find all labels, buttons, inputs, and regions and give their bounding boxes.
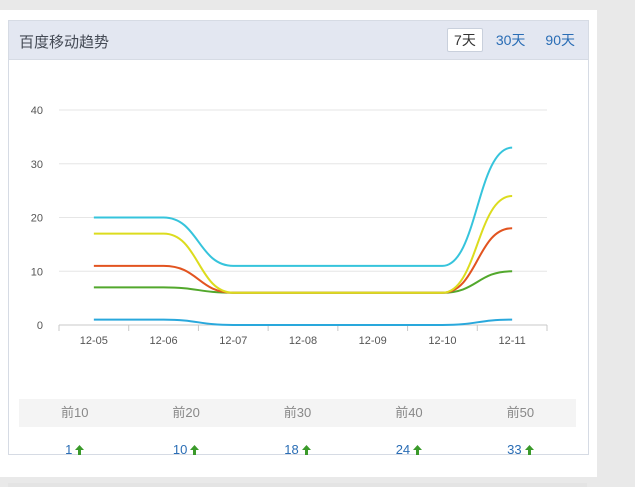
x-tick-label: 12-10 <box>428 335 456 347</box>
stats-value-top10-number[interactable]: 1 <box>65 442 72 457</box>
arrow-up-icon <box>524 445 534 455</box>
next-card-edge <box>8 483 587 487</box>
x-tick-label: 12-07 <box>219 335 247 347</box>
card-title: 百度移动趋势 <box>19 34 110 51</box>
stats-header-top50: 前50 <box>506 405 535 420</box>
x-tick-label: 12-08 <box>289 335 317 347</box>
card-header: 百度移动趋势 7天 30天 90天 <box>9 21 588 60</box>
trend-chart-svg: 0 10 20 30 40 12-05 12-06 12-07 12-08 12-09 12-10 1… <box>31 105 548 375</box>
series-line-1 <box>93 318 513 327</box>
tab-7-days[interactable]: 7天 <box>447 28 483 52</box>
stats-value-top20-number[interactable]: 10 <box>173 442 187 457</box>
arrow-up-icon <box>75 445 85 455</box>
series-line-4 <box>93 195 513 294</box>
range-tabs: 7天 30天 90天 <box>447 28 582 52</box>
y-tick-label: 0 <box>37 320 43 332</box>
stats-header-top30: 前30 <box>283 405 312 420</box>
series-line-5 <box>93 146 513 267</box>
y-tick-label: 10 <box>31 266 43 278</box>
stats-value-top50: 33 <box>465 441 576 459</box>
stats-value-top40: 24 <box>353 441 464 459</box>
tab-90-days[interactable]: 90天 <box>538 28 582 52</box>
stats-header-row: 前10 前20 前30 前40 前50 <box>19 399 576 427</box>
x-tick-label: 12-09 <box>359 335 387 347</box>
y-tick-label: 20 <box>31 213 43 225</box>
y-tick-label: 40 <box>31 105 43 117</box>
arrow-up-icon <box>190 445 200 455</box>
stats-header-top10: 前10 <box>60 405 89 420</box>
x-tick-label: 12-05 <box>80 335 108 347</box>
baidu-mobile-trend-card: 百度移动趋势 7天 30天 90天 0 10 20 30 40 12-05 12-06 12-… <box>8 20 589 457</box>
series-line-3 <box>93 227 513 294</box>
x-tick-label: 12-06 <box>150 335 178 347</box>
arrow-up-icon <box>413 445 423 455</box>
content-panel: 百度移动趋势 7天 30天 90天 0 10 20 30 40 12-05 12-06 12-… <box>0 10 597 487</box>
x-tick-label: 12-11 <box>498 335 525 347</box>
stats-header-top20: 前20 <box>172 405 200 420</box>
stats-header-top40: 前40 <box>395 405 423 420</box>
stats-value-top20: 10 <box>130 441 241 459</box>
stats-value-top10: 1 <box>19 441 130 459</box>
stats-values-row: 1 10 18 24 33 <box>19 441 576 459</box>
stats-value-top30: 18 <box>242 441 353 459</box>
stats-value-top30-number[interactable]: 18 <box>284 442 298 457</box>
y-tick-label: 30 <box>31 159 43 171</box>
series-line-2 <box>93 270 513 294</box>
stats-value-top50-number[interactable]: 33 <box>507 442 521 457</box>
tab-30-days[interactable]: 30天 <box>489 28 533 52</box>
trend-chart: 0 10 20 30 40 12-05 12-06 12-07 12-08 12-09 12-10 1… <box>9 60 588 375</box>
arrow-up-icon <box>301 445 311 455</box>
stats-value-top40-number[interactable]: 24 <box>396 442 410 457</box>
